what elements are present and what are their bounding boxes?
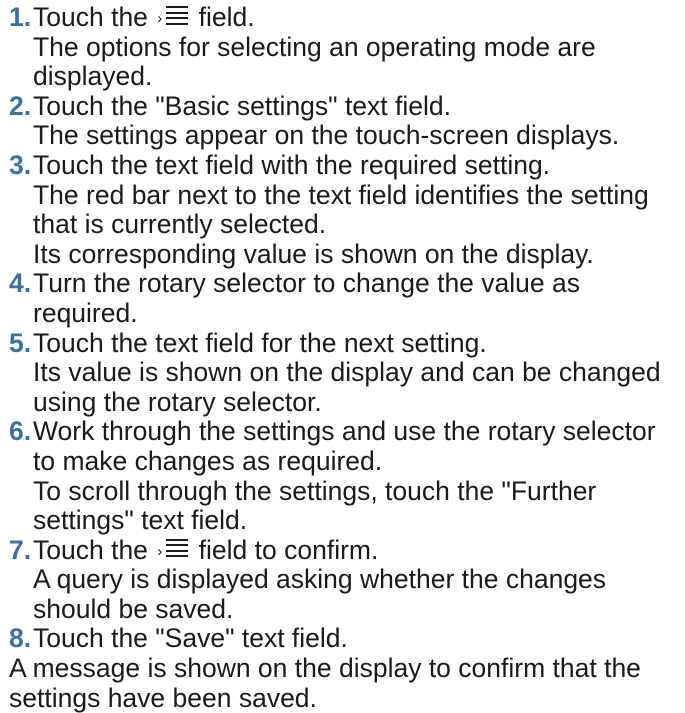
- step-body: Touch the › field. The options for selec…: [33, 2, 685, 92]
- instruction-text: Touch the: [33, 2, 148, 32]
- step-number: 8.: [9, 623, 32, 654]
- step-2: 2. Touch the "Basic settings" text field…: [9, 90, 685, 151]
- step-number: 5.: [9, 327, 32, 358]
- menu-list-icon: ›: [157, 5, 189, 29]
- step-1: 1. Touch the › field. The options for se…: [9, 2, 685, 92]
- step-body: Touch the "Basic settings" text field. T…: [33, 90, 685, 151]
- step-result: The settings appear on the touch-screen …: [33, 120, 620, 151]
- step-instruction: Touch the › field to confirm.: [33, 534, 685, 566]
- step-instruction: Turn the rotary selector to change the v…: [33, 268, 580, 328]
- step-body: Touch the text field for the next settin…: [33, 327, 685, 418]
- step-number: 7.: [9, 534, 32, 565]
- step-result: The options for selecting an operating m…: [33, 31, 596, 92]
- step-8: 8. Touch the "Save" text field.: [9, 624, 685, 654]
- step-number: 3.: [9, 149, 32, 180]
- menu-list-icon: ›: [157, 538, 189, 562]
- instruction-text: Touch the: [33, 534, 148, 565]
- step-body: Touch the › field to confirm. A query is…: [33, 534, 685, 625]
- step-instruction: Work through the settings and use the ro…: [33, 416, 656, 476]
- step-3: 3. Touch the text field with the require…: [9, 149, 685, 269]
- step-result: A query is displayed asking whether the …: [33, 564, 607, 624]
- step-result: To scroll through the settings, touch th…: [33, 475, 597, 536]
- instruction-document: 1. Touch the › field. The options for se…: [0, 0, 685, 713]
- instruction-text: field to confirm.: [198, 534, 379, 565]
- step-instruction: Touch the text field for the next settin…: [33, 327, 487, 358]
- step-body: Work through the settings and use the ro…: [33, 416, 685, 536]
- final-note: A message is shown on the display to con…: [9, 653, 641, 713]
- step-result: The red bar next to the text field ident…: [33, 179, 649, 240]
- step-5: 5. Touch the text field for the next set…: [9, 327, 685, 418]
- step-number: 6.: [9, 416, 32, 447]
- step-result-secondary: Its corresponding value is shown on the …: [33, 238, 594, 269]
- step-4: 4. Turn the rotary selector to change th…: [9, 268, 685, 328]
- step-body: Touch the "Save" text field.: [33, 624, 685, 654]
- step-instruction: Touch the "Basic settings" text field.: [33, 90, 451, 121]
- step-instruction: Touch the › field.: [33, 2, 685, 33]
- step-number: 1.: [9, 2, 32, 32]
- step-instruction: Touch the text field with the required s…: [33, 149, 551, 180]
- step-body: Touch the text field with the required s…: [33, 149, 685, 269]
- step-result: Its value is shown on the display and ca…: [33, 357, 661, 417]
- step-instruction: Touch the "Save" text field.: [33, 623, 348, 654]
- step-6: 6. Work through the settings and use the…: [9, 416, 685, 536]
- step-body: Turn the rotary selector to change the v…: [33, 268, 685, 328]
- step-number: 2.: [9, 90, 32, 121]
- instruction-text: field.: [198, 2, 255, 32]
- step-number: 4.: [9, 268, 32, 299]
- step-7: 7. Touch the › field to confirm. A query…: [9, 534, 685, 625]
